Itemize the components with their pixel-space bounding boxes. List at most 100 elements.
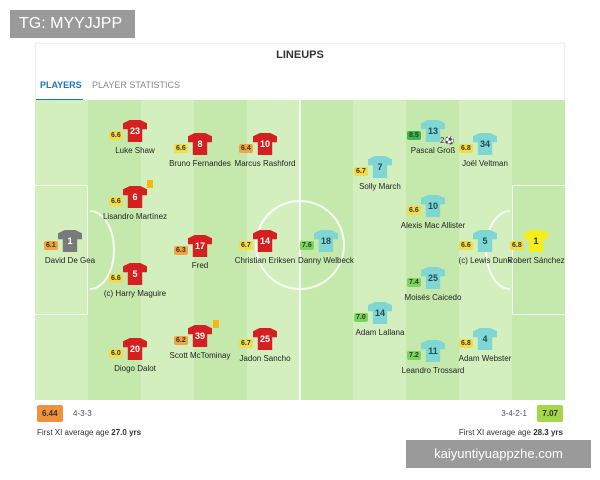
home-formation: 4-3-3 (73, 409, 92, 418)
player-rating: 6.8 (459, 339, 473, 348)
player-martinez[interactable]: 6 6.6 Lisandro Martínez (100, 186, 170, 222)
away-age-label: First XI average age (458, 428, 531, 437)
shirt-icon: 39 (188, 325, 212, 347)
player-fernandes[interactable]: 8 6.6 Bruno Fernandes (165, 133, 235, 169)
shirt-icon: 34 (473, 133, 497, 155)
player-name: (c) Harry Maguire (103, 289, 167, 298)
player-rating: 6.6 (459, 241, 473, 250)
player-name: Moisés Caicedo (404, 293, 462, 302)
shirt-icon: 5 (123, 263, 147, 285)
shirt-icon: 25 (253, 328, 277, 350)
player-caicedo[interactable]: 25 7.4 Moisés Caicedo (398, 267, 468, 303)
player-name: Fred (191, 261, 209, 270)
player-rating: 6.6 (109, 274, 123, 283)
player-shaw[interactable]: 23 6.6 Luke Shaw (100, 120, 170, 156)
tg-badge: TG: MYYJJPP (10, 10, 135, 38)
player-name: Marcus Rashford (234, 159, 296, 168)
away-average-age: First XI average age 28.3 yrs (459, 428, 563, 437)
player-rating: 6.6 (109, 131, 123, 140)
away-formation: 3-4-2-1 (501, 409, 527, 418)
home-average-age: First XI average age 27.0 yrs (37, 428, 141, 437)
player-name: Jadon Sancho (239, 354, 291, 363)
shirt-icon: 10 (253, 133, 277, 155)
player-rating: 7.6 (300, 241, 314, 250)
shirt-icon: 7 (368, 156, 392, 178)
player-rating: 7.4 (407, 278, 421, 287)
page-title: LINEUPS (276, 49, 324, 61)
player-name: Robert Sánchez (507, 256, 565, 265)
tab-player-statistics[interactable]: PLAYER STATISTICS (92, 80, 180, 90)
player-rating: 6.6 (174, 144, 188, 153)
goal-count: 2 (440, 136, 445, 145)
player-sanchez[interactable]: 1 6.8 Robert Sánchez (501, 230, 565, 266)
home-team-rating: 6.44 (37, 405, 63, 422)
player-name: Diogo Dalot (114, 364, 156, 373)
player-rating: 7.0 (354, 313, 368, 322)
player-name: Danny Welbeck (298, 256, 354, 265)
player-rating: 6.7 (239, 241, 253, 250)
player-veltman[interactable]: 34 6.8 Joël Veltman (450, 133, 520, 169)
player-name: Bruno Fernandes (169, 159, 231, 168)
home-age-value: 27.0 yrs (111, 428, 142, 437)
player-welbeck[interactable]: 18 7.6 Danny Welbeck (291, 230, 361, 266)
player-name: David De Gea (44, 256, 96, 265)
shirt-icon: 11 (421, 340, 445, 362)
player-macallister[interactable]: 10 6.6 Alexis Mac Allister (398, 195, 468, 231)
player-name: Lisandro Martínez (102, 212, 168, 221)
player-name: Luke Shaw (115, 146, 155, 155)
player-march[interactable]: 7 6.7 Solly March (345, 156, 415, 192)
player-name: Scott McTominay (169, 351, 231, 360)
shirt-icon: 5 (473, 230, 497, 252)
player-name: Leandro Trossard (401, 366, 465, 375)
player-rating: 6.3 (174, 246, 188, 255)
player-eriksen[interactable]: 14 6.7 Christian Eriksen (230, 230, 300, 266)
player-maguire[interactable]: 5 6.6 (c) Harry Maguire (100, 263, 170, 299)
player-rating: 6.7 (354, 167, 368, 176)
shirt-icon: 4 (473, 328, 497, 350)
player-rating: 8.5 (407, 131, 421, 140)
shirt-icon: 17 (188, 235, 212, 257)
shirt-icon: 23 (123, 120, 147, 142)
player-rating: 6.6 (109, 197, 123, 206)
player-name: Adam Lallana (355, 328, 405, 337)
player-rating: 6.0 (109, 349, 123, 358)
player-rating: 6.1 (44, 241, 58, 250)
player-rating: 6.7 (239, 339, 253, 348)
player-mctominay[interactable]: 39 6.2 Scott McTominay (165, 325, 235, 361)
player-name: Christian Eriksen (234, 256, 296, 265)
player-rating: 7.2 (407, 351, 421, 360)
watermark: kaiyuntiyuappzhe.com (406, 440, 591, 468)
player-rashford[interactable]: 10 6.4 Marcus Rashford (230, 133, 300, 169)
player-rating: 6.8 (459, 144, 473, 153)
yellow-card-icon (213, 320, 219, 328)
shirt-icon: 10 (421, 195, 445, 217)
shirt-icon: 20 (123, 338, 147, 360)
yellow-card-icon (147, 180, 153, 188)
shirt-icon: 25 (421, 267, 445, 289)
player-lallana[interactable]: 14 7.0 Adam Lallana (345, 302, 415, 338)
player-webster[interactable]: 4 6.8 Adam Webster (450, 328, 520, 364)
shirt-icon: 6 (123, 186, 147, 208)
player-degea[interactable]: 1 6.1 David De Gea (35, 230, 105, 266)
pitch: 1 6.1 David De Gea 23 6.6 Luke Shaw 6 6.… (35, 100, 565, 400)
player-fred[interactable]: 17 6.3 Fred (165, 235, 235, 271)
player-name: Adam Webster (458, 354, 512, 363)
player-rating: 6.2 (174, 336, 188, 345)
shirt-icon: 1 (58, 230, 82, 252)
away-team-rating: 7.07 (537, 405, 563, 422)
player-rating: 6.8 (510, 241, 524, 250)
shirt-icon: 8 (188, 133, 212, 155)
tab-players[interactable]: PLAYERS (40, 80, 82, 90)
lineup-footer: 6.44 4-3-3 First XI average age 27.0 yrs… (35, 400, 565, 440)
player-sancho[interactable]: 25 6.7 Jadon Sancho (230, 328, 300, 364)
player-name: Joël Veltman (462, 159, 508, 168)
shirt-icon: 18 (314, 230, 338, 252)
away-age-value: 28.3 yrs (533, 428, 563, 437)
player-name: Solly March (359, 182, 401, 191)
shirt-icon: 14 (253, 230, 277, 252)
shirt-icon: 14 (368, 302, 392, 324)
home-age-label: First XI average age (37, 428, 110, 437)
shirt-icon: 1 (524, 230, 548, 252)
player-rating: 6.6 (407, 206, 421, 215)
player-dalot[interactable]: 20 6.0 Diogo Dalot (100, 338, 170, 374)
